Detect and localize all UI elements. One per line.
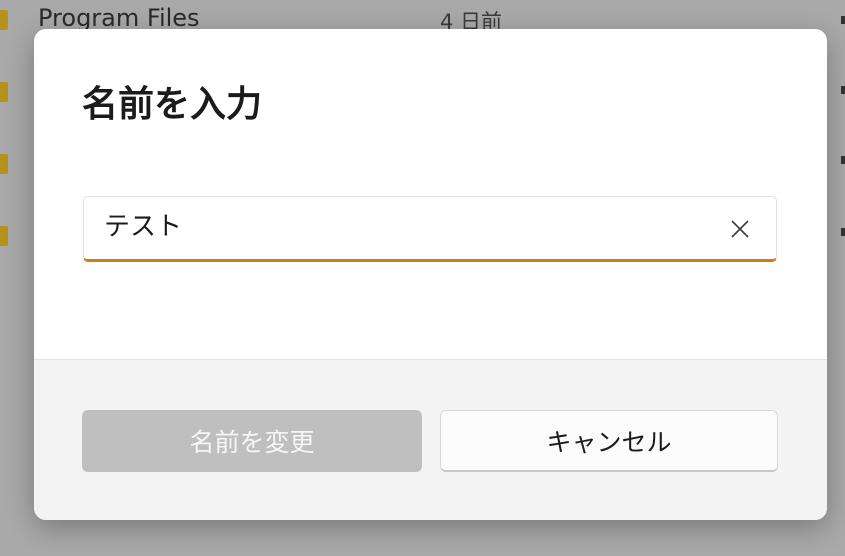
file-name: Program Files <box>38 4 200 32</box>
cancel-button[interactable]: キャンセル <box>440 410 778 472</box>
column-edge <box>841 228 845 236</box>
folder-icon <box>0 82 8 102</box>
folder-icon <box>0 226 8 246</box>
dialog-title: 名前を入力 <box>82 84 263 125</box>
dialog-footer: 名前を変更 キャンセル <box>34 359 827 520</box>
name-input[interactable]: テスト <box>83 196 777 262</box>
name-input-value[interactable]: テスト <box>104 211 182 243</box>
folder-icon <box>0 154 8 174</box>
column-edge <box>841 16 845 24</box>
folder-icon <box>0 10 8 30</box>
clear-text-button[interactable] <box>722 211 758 247</box>
rename-dialog: 名前を入力 テスト 名前を変更 キャンセル <box>34 29 827 520</box>
rename-button[interactable]: 名前を変更 <box>82 410 422 472</box>
column-edge <box>841 86 845 94</box>
column-edge <box>841 156 845 164</box>
close-icon <box>731 220 749 238</box>
